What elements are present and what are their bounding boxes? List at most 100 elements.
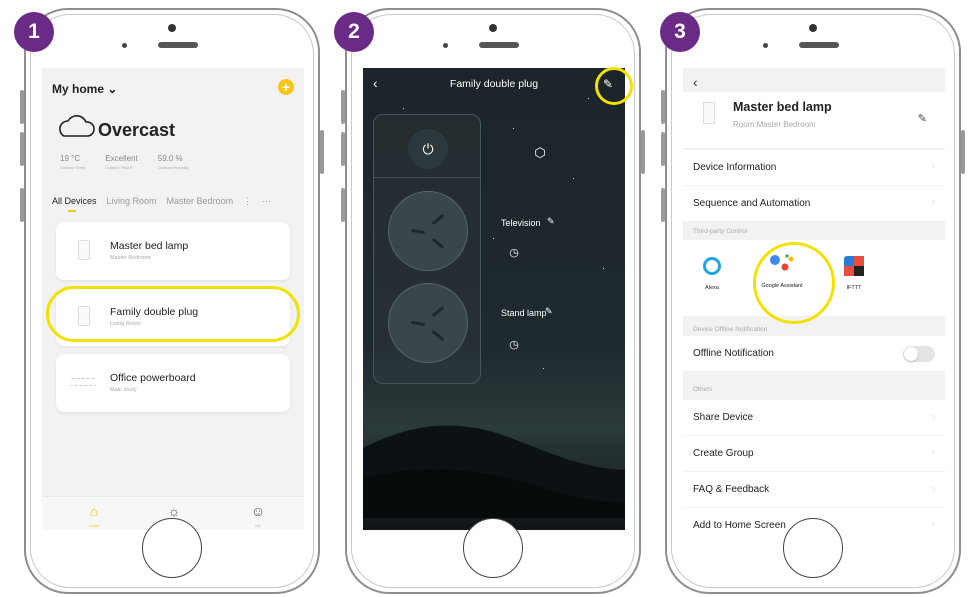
row-faq-feedback[interactable]: FAQ & Feedback › <box>683 472 945 508</box>
section-others: Others <box>693 386 713 393</box>
ifttt-button[interactable]: IFTTT <box>829 256 879 292</box>
service-label: IFTTT <box>846 285 862 291</box>
edit-pencil-icon[interactable]: ✎ <box>918 112 927 125</box>
camera <box>489 24 497 32</box>
row-share-device[interactable]: Share Device › <box>683 400 945 436</box>
device-name: Master bed lamp <box>110 240 189 252</box>
device-card[interactable]: Master bed lamp Master Bedroom <box>56 222 290 280</box>
screen-title: Family double plug <box>449 78 539 90</box>
phone-1: My home ⌄ + Overcast 19 °C Outdoor Temp E… <box>20 8 324 594</box>
timer-icon[interactable]: ◷ <box>503 242 525 264</box>
chevron-right-icon: › <box>931 411 935 422</box>
tab-master-bedroom[interactable]: Master Bedroom <box>167 196 234 206</box>
screen-plug-control: ‹ Family double plug ✎ ⏻ ⬡ Television ✎ … <box>363 68 625 530</box>
stat-pm: Excellent Outdoor PM2.5 <box>105 154 138 170</box>
side-button <box>20 90 24 124</box>
timer-icon[interactable]: ◷ <box>503 334 525 356</box>
edit-pencil-icon[interactable]: ✎ <box>545 306 553 317</box>
powerboard-icon <box>70 378 96 386</box>
side-button <box>20 188 24 222</box>
device-name: Office powerboard <box>110 372 196 384</box>
side-button <box>661 90 665 124</box>
row-sequence-automation[interactable]: Sequence and Automation › <box>683 186 945 222</box>
row-label: Offline Notification <box>693 348 774 359</box>
star <box>513 128 514 129</box>
step-badge-1: 1 <box>14 12 54 52</box>
chevron-right-icon: › <box>931 197 935 208</box>
star <box>588 98 589 99</box>
row-label: FAQ & Feedback <box>693 484 770 495</box>
add-device-button[interactable]: + <box>278 79 294 95</box>
tutorial-figure: My home ⌄ + Overcast 19 °C Outdoor Temp E… <box>0 0 969 597</box>
side-button <box>661 132 665 166</box>
power-icon[interactable]: ⏻ <box>408 129 448 169</box>
weather-stats: 19 °C Outdoor Temp Excellent Outdoor PM2.5… <box>42 154 304 188</box>
plug-panel: ⏻ <box>373 114 481 384</box>
camera <box>809 24 817 32</box>
step-badge-2: 2 <box>334 12 374 52</box>
tab-living-room[interactable]: Living Room <box>107 196 157 206</box>
side-button <box>20 132 24 166</box>
device-room: Main study <box>110 387 137 393</box>
star <box>543 368 544 369</box>
device-room: Room:Master Bedroom <box>733 120 816 129</box>
side-button <box>341 90 345 124</box>
star <box>493 238 494 239</box>
lamp-icon <box>78 240 90 260</box>
row-label: Add to Home Screen <box>693 520 786 530</box>
tab-me-label: Me <box>255 523 261 528</box>
weather-condition: Overcast <box>98 120 176 140</box>
tab-all-devices[interactable]: All Devices <box>52 196 97 212</box>
row-label: Device Information <box>693 162 777 173</box>
highlight-ring <box>753 242 835 324</box>
row-create-group[interactable]: Create Group › <box>683 436 945 472</box>
divider <box>374 177 480 178</box>
row-label: Share Device <box>693 412 754 423</box>
service-label: Alexa <box>705 285 719 291</box>
section-offline: Device Offline Notification <box>693 326 768 333</box>
mountain-silhouette <box>363 425 625 518</box>
device-name: Master bed lamp <box>733 100 832 114</box>
side-button <box>341 132 345 166</box>
chevron-right-icon: › <box>931 519 935 530</box>
sensor <box>763 43 768 48</box>
chevron-right-icon: › <box>931 483 935 494</box>
device-card[interactable]: Office powerboard Main study <box>56 354 290 412</box>
row-device-information[interactable]: Device Information › <box>683 150 945 186</box>
offline-toggle[interactable] <box>903 346 935 362</box>
alexa-icon <box>703 257 721 275</box>
edit-pencil-icon[interactable]: ✎ <box>547 216 555 227</box>
sensor <box>122 43 127 48</box>
cube-icon[interactable]: ⬡ <box>529 142 551 164</box>
profile-icon[interactable]: ☺ <box>248 503 268 519</box>
home-selector[interactable]: My home ⌄ <box>52 82 117 96</box>
sensor <box>443 43 448 48</box>
device-room: Master Bedroom <box>110 255 151 261</box>
tab-menu-button[interactable]: ··· <box>262 196 271 206</box>
step-badge-3: 3 <box>660 12 700 52</box>
back-button[interactable]: ‹ <box>693 74 698 90</box>
stat-humidity: 59.0 % Outdoor Humidity <box>157 154 189 170</box>
section-third-party: Third-party Control <box>693 228 748 235</box>
chevron-right-icon: › <box>931 447 935 458</box>
alexa-button[interactable]: Alexa <box>687 256 737 292</box>
home-button[interactable] <box>463 518 523 578</box>
sun-icon[interactable]: ☼ <box>164 503 184 519</box>
star <box>603 268 604 269</box>
chevron-right-icon: › <box>931 161 935 172</box>
phone-2: ‹ Family double plug ✎ ⏻ ⬡ Television ✎ … <box>341 8 645 594</box>
tab-more-rooms[interactable]: ⋮ <box>243 196 252 207</box>
socket-outlet <box>388 191 468 271</box>
socket-1-label: Television <box>501 218 541 228</box>
home-button[interactable] <box>142 518 202 578</box>
home-button[interactable] <box>783 518 843 578</box>
speaker <box>158 42 198 48</box>
highlight-ring <box>595 67 633 105</box>
side-button <box>641 130 645 174</box>
screen-device-settings: ‹ Master bed lamp Room:Master Bedroom ✎ … <box>683 68 945 530</box>
highlight-ring <box>46 286 300 342</box>
row-offline-notification: Offline Notification <box>683 336 945 372</box>
home-icon[interactable]: ⌂ <box>84 503 104 519</box>
ifttt-icon <box>844 256 864 276</box>
weather-panel: Overcast <box>42 106 304 154</box>
